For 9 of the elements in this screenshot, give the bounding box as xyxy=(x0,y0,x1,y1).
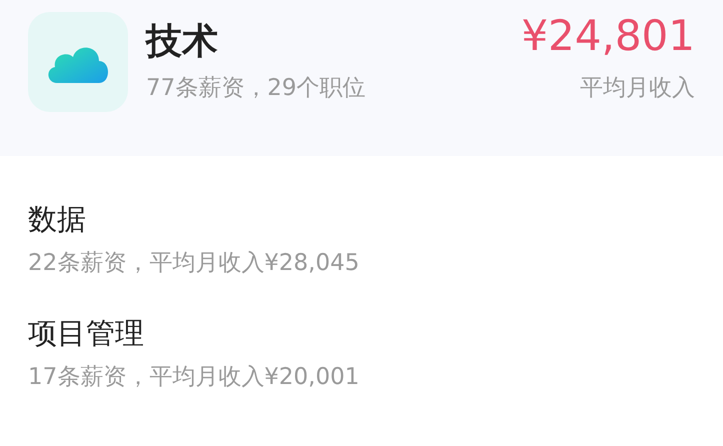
average-salary: ¥24,801 xyxy=(521,12,695,60)
subcategory-summary: 22条薪资，平均月收入¥28,045 xyxy=(28,249,360,278)
subcategory-name[interactable]: 项目管理 xyxy=(28,314,695,352)
average-salary-label: 平均月收入 xyxy=(580,74,695,103)
subcategory-name[interactable]: 数据 xyxy=(28,200,695,238)
category-title: 技术 xyxy=(146,20,219,64)
category-subtitle: 77条薪资，29个职位 xyxy=(146,74,366,103)
subcategory-summary: 17条薪资，平均月收入¥20,001 xyxy=(28,363,360,392)
cloud-icon xyxy=(28,12,128,112)
